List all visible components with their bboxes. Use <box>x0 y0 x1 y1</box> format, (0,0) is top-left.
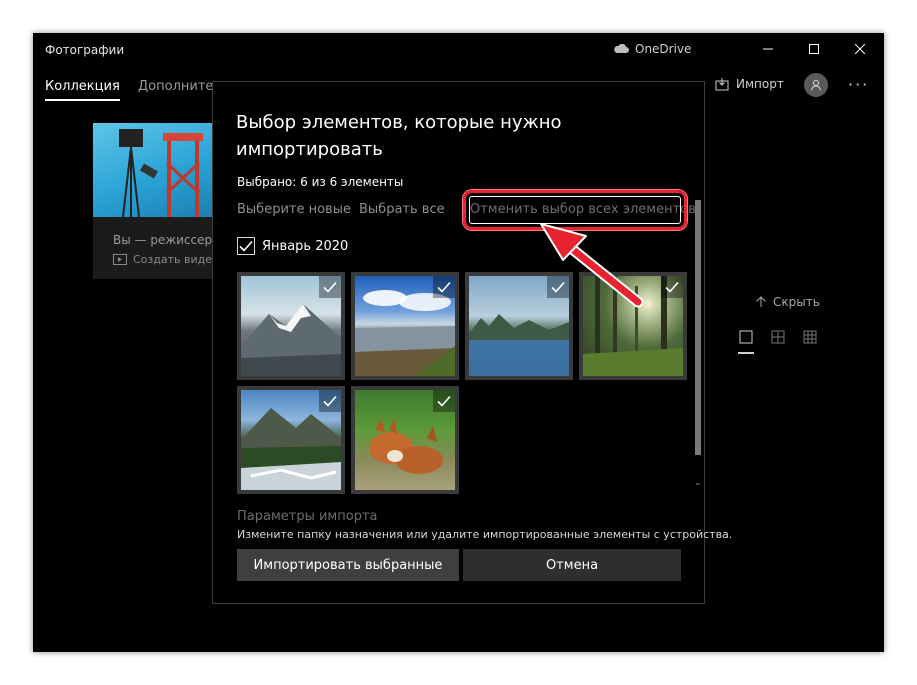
maximize-icon <box>809 44 819 54</box>
app-title: Фотографии <box>45 43 125 57</box>
check-icon <box>323 281 337 293</box>
tab-extra[interactable]: Дополнител <box>138 79 222 94</box>
view-large-button[interactable] <box>738 329 754 354</box>
grid-9-icon <box>803 330 817 344</box>
photo-checkbox[interactable] <box>433 276 455 298</box>
cancel-button[interactable]: Отмена <box>463 549 681 581</box>
card-subtitle: Создать видео <box>113 253 215 266</box>
user-icon <box>811 80 821 91</box>
group-january-2020[interactable]: Январь 2020 <box>237 237 348 255</box>
import-params-title[interactable]: Параметры импорта <box>237 509 378 524</box>
photo-thumbnail[interactable] <box>237 272 345 380</box>
hide-button[interactable]: Скрыть <box>755 295 820 309</box>
import-params-desc: Измените папку назначения или удалите им… <box>237 528 733 541</box>
close-window-button[interactable] <box>837 33 883 65</box>
view-medium-button[interactable] <box>770 329 786 354</box>
close-icon <box>855 44 865 54</box>
photo-checkbox[interactable] <box>319 276 341 298</box>
select-new-link[interactable]: Выберите новые <box>237 202 351 217</box>
check-icon <box>437 281 451 293</box>
avatar[interactable] <box>804 73 828 97</box>
photo-checkbox[interactable] <box>547 276 569 298</box>
onedrive-label: OneDrive <box>635 42 692 56</box>
cloud-icon <box>614 44 629 53</box>
arrow-up-icon <box>756 296 766 307</box>
scroll-thumb[interactable] <box>695 200 701 455</box>
check-icon <box>323 395 337 407</box>
import-button[interactable]: Импорт <box>715 77 784 91</box>
view-mode-selector <box>738 329 818 354</box>
title-bar: Фотографии OneDrive <box>33 33 884 67</box>
import-dialog: Выбор элементов, которые нужно импортиро… <box>212 81 732 604</box>
photo-thumbnail[interactable] <box>465 272 573 380</box>
director-illustration <box>93 123 215 218</box>
card-title: Вы — режиссер <box>113 233 213 247</box>
minimize-icon <box>763 48 773 50</box>
chevron-down-icon[interactable]: ⌄ <box>694 478 702 488</box>
hide-label: Скрыть <box>773 295 820 309</box>
onedrive-status[interactable]: OneDrive <box>613 42 691 56</box>
photo-thumbnail[interactable] <box>351 386 459 494</box>
dialog-title: Выбор элементов, которые нужно импортиро… <box>236 112 562 160</box>
dialog-scrollbar[interactable]: ⌄ <box>694 200 702 490</box>
import-icon <box>715 78 729 91</box>
view-small-button[interactable] <box>802 329 818 354</box>
maximize-button[interactable] <box>791 33 837 65</box>
photo-thumbnail[interactable] <box>237 386 345 494</box>
more-options-icon[interactable]: ··· <box>848 75 869 94</box>
group-checkbox[interactable] <box>237 237 255 255</box>
select-all-link[interactable]: Выбрать все <box>359 202 445 217</box>
check-icon <box>551 281 565 293</box>
tab-collection[interactable]: Коллекция <box>45 79 120 101</box>
check-icon <box>437 395 451 407</box>
photo-thumbnail[interactable] <box>579 272 687 380</box>
minimize-button[interactable] <box>745 33 791 65</box>
grid-4-icon <box>771 330 785 344</box>
check-icon <box>665 281 679 293</box>
import-selected-button[interactable]: Импортировать выбранные <box>237 549 459 581</box>
import-label: Импорт <box>736 77 784 91</box>
video-icon <box>113 254 127 265</box>
photo-thumbnail[interactable] <box>351 272 459 380</box>
photo-checkbox[interactable] <box>433 390 455 412</box>
photo-checkbox[interactable] <box>661 276 683 298</box>
highlight-frame <box>463 190 687 230</box>
card-subtitle-text: Создать видео <box>133 253 215 266</box>
video-creator-card[interactable]: Вы — режиссер Создать видео <box>93 123 215 279</box>
group-label: Январь 2020 <box>262 238 349 254</box>
single-square-icon <box>739 330 753 344</box>
check-icon <box>239 240 253 252</box>
selected-count: Выбрано: 6 из 6 элементы <box>237 175 404 189</box>
photo-checkbox[interactable] <box>319 390 341 412</box>
